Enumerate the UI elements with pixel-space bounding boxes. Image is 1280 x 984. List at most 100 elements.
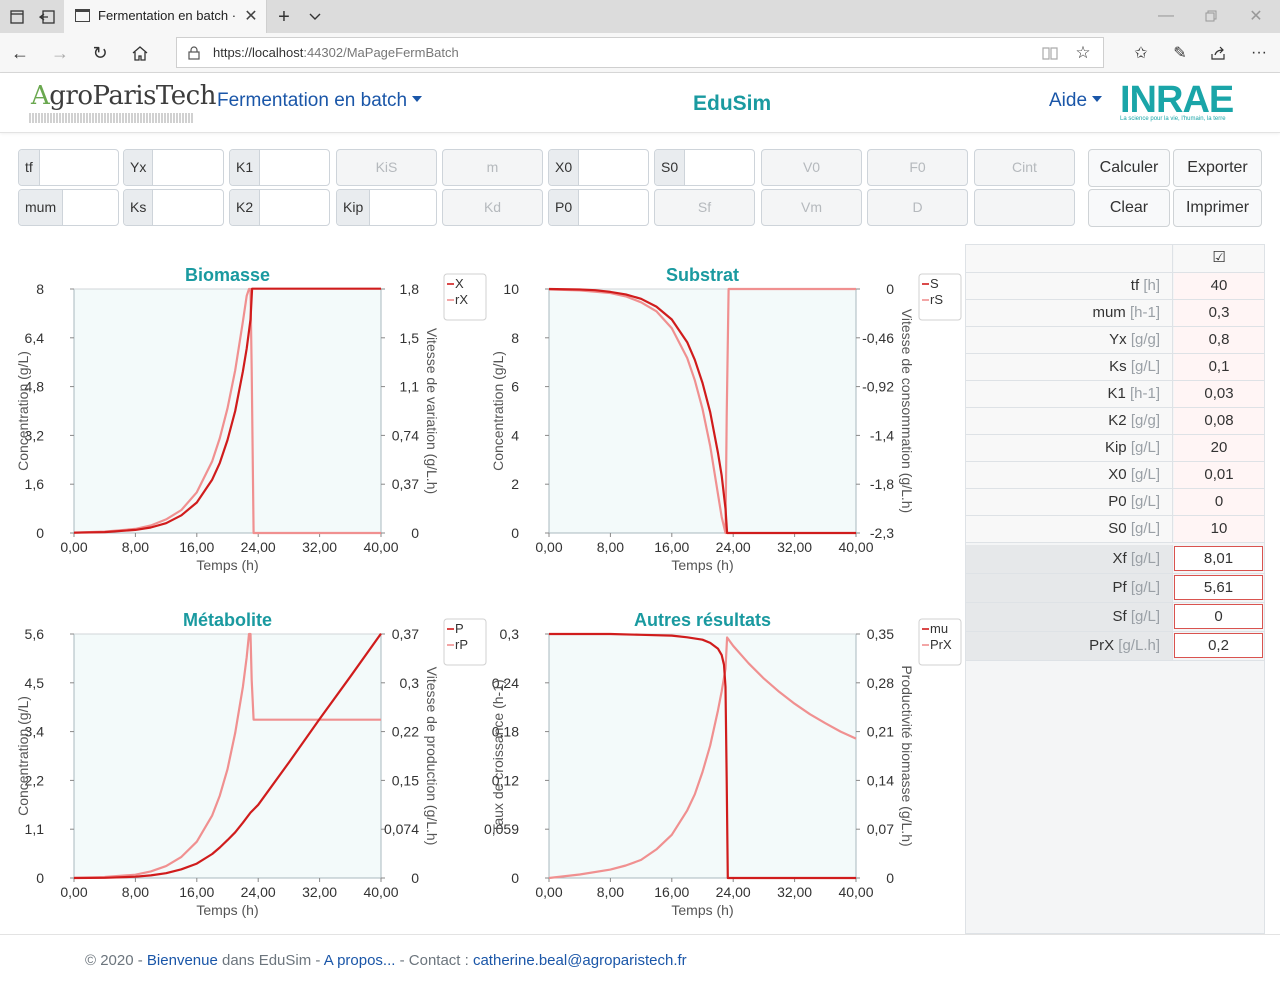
set-tabs-aside-icon[interactable] [36,6,58,28]
close-tab-icon[interactable]: ✕ [240,4,262,28]
y2-axis-label: Vitesse de production (g/L.h) [424,667,440,846]
legend-item-x[interactable]: X [455,276,464,291]
tab-fermentation[interactable]: Fermentation en batch · ✕ [64,0,267,33]
footer: © 2020 - Bienvenue dans EduSim - A propo… [0,934,1280,984]
restore-icon[interactable] [1199,5,1223,27]
result-row-k1: K1 [h-1] 0,03 [966,381,1264,408]
chart-svg: Substrat 0,00 8,00 16,00 24,00 32,00 40,00 0 2 4 6… [490,265,962,573]
a-propos-link[interactable]: A propos... [324,952,396,969]
param-p0-group: P0 [548,189,649,226]
favorites-hub-icon[interactable]: ✩ [1129,41,1153,65]
x-tick-label: 24,00 [241,539,276,555]
forward-arrow-icon[interactable]: → [48,41,72,65]
browser-address-bar: ← → ↻ https://localhost:44302/MaPageFerm… [0,33,1280,73]
agroparistech-logo[interactable]: AgroParisTech [27,81,216,125]
param-empty-disabled [974,189,1075,226]
param-p0-input[interactable] [549,190,648,225]
clear-button[interactable]: Clear [1088,189,1170,227]
home-icon[interactable] [128,41,152,65]
imprimer-button[interactable]: Imprimer [1173,189,1262,227]
fermentation-menu-dropdown[interactable]: Fermentation en batch [217,90,423,112]
result-name: PrX [g/L.h] [966,632,1173,660]
close-window-icon[interactable]: ✕ [1244,5,1268,27]
result-name: Xf [g/L] [966,545,1173,573]
param-kis-disabled: KiS [336,149,437,186]
y-tick-label: 0 [511,525,519,541]
param-k2-input[interactable] [230,190,329,225]
legend-item-rs[interactable]: rS [930,292,943,307]
x-tick-label: 0,00 [535,539,562,555]
result-row-yx: Yx [g/g] 0,8 [966,327,1264,354]
legend-item-mu[interactable]: mu [930,621,948,636]
aide-menu-dropdown[interactable]: Aide [1049,90,1103,112]
chart-svg: Autres résultats 0,00 8,00 16,00 24,00 32,00 4… [484,610,962,918]
x-tick-label: 16,00 [179,539,214,555]
y-axis-label: Concentration (g/L) [15,696,31,816]
email-link[interactable]: catherine.beal@agroparistech.fr [473,952,687,969]
result-value: 0,1 [1174,354,1264,380]
chart-title: Autres résultats [634,610,771,630]
share-icon[interactable] [1207,41,1231,65]
result-name: mum [h-1] [966,300,1173,326]
result-row-ks: Ks [g/L] 0,1 [966,354,1264,381]
param-s0-input[interactable] [655,150,754,185]
param-ks-input[interactable] [124,190,223,225]
param-k1-input[interactable] [230,150,329,185]
chart-metabolite: Métabolite 0,00 8,00 16,00 24,00 32,00 40,00 0 1… [0,605,490,925]
x-tick-label: 24,00 [716,539,751,555]
param-tf-input[interactable] [19,150,118,185]
back-arrow-icon[interactable]: ← [8,41,32,65]
url-text: https://localhost:44302/MaPageFermBatch [213,45,459,60]
tab-actions-icon[interactable] [6,6,28,28]
param-x0-input[interactable] [549,150,648,185]
result-row-k2: K2 [g/g] 0,08 [966,408,1264,435]
result-name: Sf [g/L] [966,603,1173,631]
legend-item-prx[interactable]: PrX [930,637,952,652]
exporter-button[interactable]: Exporter [1173,149,1262,187]
legend-item-p[interactable]: P [455,621,464,636]
y2-tick-label: 0,28 [867,675,894,691]
minimize-icon[interactable]: — [1154,5,1178,27]
app-title: EduSim [693,92,772,115]
url-field[interactable]: https://localhost:44302/MaPageFermBatch … [176,37,1104,68]
new-tab-icon[interactable]: + [272,5,296,29]
y2-tick-label: -0,46 [862,330,894,346]
y2-tick-label: 1,5 [400,330,420,346]
calculer-button[interactable]: Calculer [1088,149,1170,187]
reading-view-icon[interactable] [1039,43,1061,63]
result-name: Kip [g/L] [966,435,1173,461]
more-options-icon[interactable]: ··· [1247,41,1271,65]
x-tick-label: 16,00 [654,884,689,900]
y2-tick-label: 0,15 [392,772,419,788]
x-axis-label: Temps (h) [196,902,258,918]
chart-biomasse: Biomasse 0,00 8,00 16,00 24,00 32,00 40,00 0 1,6… [0,260,490,580]
param-kip-input[interactable] [337,190,436,225]
result-row-p0: P0 [g/L] 0 [966,489,1264,516]
legend-item-rx[interactable]: rX [455,292,468,307]
pen-notes-icon[interactable]: ✎ [1168,41,1192,65]
refresh-icon[interactable]: ↻ [88,41,112,65]
result-name: S0 [g/L] [966,516,1173,542]
param-mum-input[interactable] [19,190,118,225]
favorite-star-icon[interactable]: ☆ [1072,42,1094,64]
select-all-checkbox[interactable]: ☑ [1174,245,1264,272]
x-tick-label: 32,00 [302,539,337,555]
param-kip-group: Kip [336,189,437,226]
x-axis-label: Temps (h) [196,557,258,573]
x-tick-label: 40,00 [363,539,398,555]
legend-item-rp[interactable]: rP [455,637,468,652]
chart-title: Métabolite [183,610,272,630]
y2-tick-label: 0 [886,281,894,297]
tab-title: Fermentation en batch · [98,8,237,23]
x-axis-label: Temps (h) [671,902,733,918]
legend-item-s[interactable]: S [930,276,939,291]
param-yx-input[interactable] [124,150,223,185]
tab-list-chevron-icon[interactable] [304,6,326,28]
param-s0-group: S0 [654,149,755,186]
inrae-logo[interactable]: INRAE La science pour la vie, l'humain, … [1120,79,1240,125]
bienvenue-link[interactable]: Bienvenue [147,952,218,969]
chart-substrat: Substrat 0,00 8,00 16,00 24,00 32,00 40,00 0 2 4 6… [475,260,965,580]
y2-tick-label: 0,37 [392,476,419,492]
results-panel: ☑ tf [h] 40 mum [h-1] 0,3 Yx [g/g] 0,8 Ks [g/L… [965,244,1265,934]
y2-tick-label: -1,4 [870,427,894,443]
